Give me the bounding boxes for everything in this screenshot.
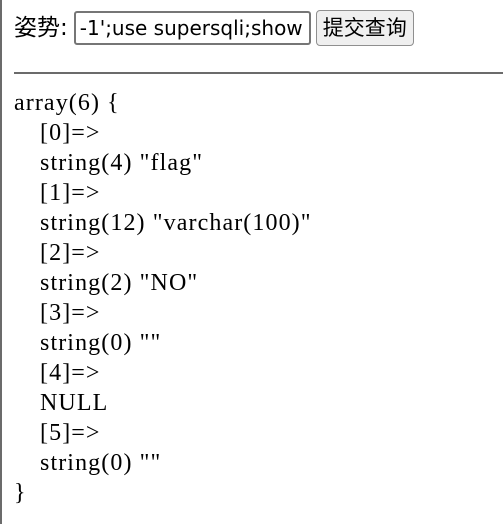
dump-item-key: [3]=> xyxy=(40,300,101,326)
query-form: 姿势: -1';use supersqli;show c 提交查询 xyxy=(14,10,414,46)
query-input[interactable]: -1';use supersqli;show c xyxy=(73,11,311,45)
dump-item-key: [5]=> xyxy=(40,420,101,446)
var-dump-output: array(6) { [0]=> string(4) "flag" [1]=> stri… xyxy=(14,88,312,508)
dump-array-open: array(6) { xyxy=(14,90,120,116)
dump-item-key: [4]=> xyxy=(40,360,101,386)
dump-item-key: [2]=> xyxy=(40,240,101,266)
horizontal-rule xyxy=(14,72,503,74)
dump-item-value: NULL xyxy=(40,390,109,416)
dump-item-value: string(0) "" xyxy=(40,330,162,356)
dump-item-value: string(2) "NO" xyxy=(40,270,199,296)
submit-query-button[interactable]: 提交查询 xyxy=(315,10,414,46)
dump-item-value: string(0) "" xyxy=(40,450,162,476)
dump-array-close: } xyxy=(14,480,27,506)
dump-item-key: [0]=> xyxy=(40,120,101,146)
page-left-border xyxy=(0,0,2,524)
dump-item-value: string(12) "varchar(100)" xyxy=(40,210,312,236)
dump-item-value: string(4) "flag" xyxy=(40,150,204,176)
dump-item-key: [1]=> xyxy=(40,180,101,206)
query-label: 姿势: xyxy=(14,15,68,41)
